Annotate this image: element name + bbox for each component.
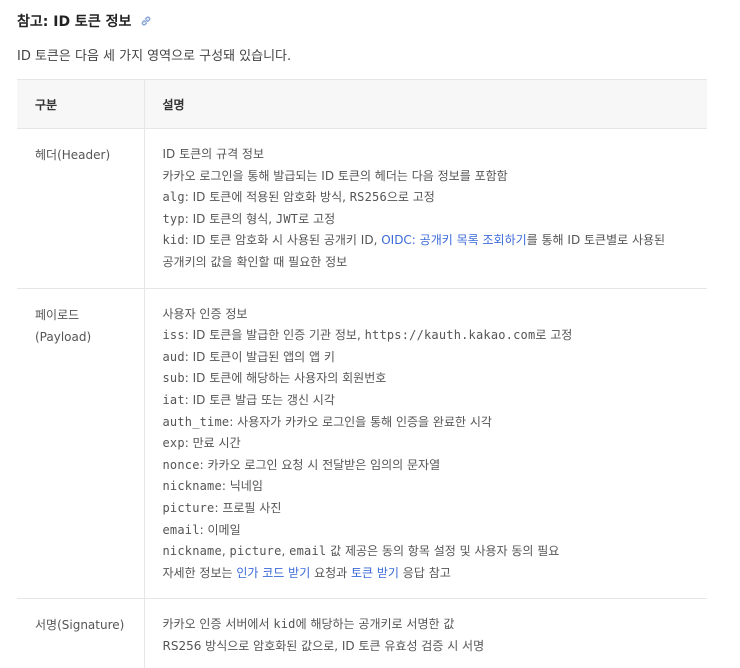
code-text: email	[162, 522, 200, 537]
text-segment: 카카오 로그인을 통해 발급되는 ID 토큰의 헤더는 다음 정보를 포함함	[162, 168, 508, 183]
code-text: iat	[162, 392, 185, 407]
code-text: email	[289, 544, 327, 559]
description-line: iss: ID 토큰을 발급한 인증 기관 정보, https://kauth.…	[163, 325, 708, 347]
row-description: ID 토큰의 규격 정보카카오 로그인을 통해 발급되는 ID 토큰의 헤더는 …	[144, 128, 708, 289]
code-text: kid	[273, 617, 296, 632]
text-segment: 에 해당하는 공개키로 서명한 값	[295, 617, 455, 632]
description-line: ID 토큰의 규격 정보	[163, 144, 708, 166]
description-line: nonce: 카카오 로그인 요청 시 전달받은 임의의 문자열	[163, 455, 708, 477]
description-line: nickname, picture, email 값 제공은 동의 항목 설정 …	[163, 541, 708, 563]
code-text: typ	[162, 211, 185, 226]
text-segment: 를 통해 ID 토큰별로 사용된	[526, 233, 666, 248]
text-segment: : 만료 시간	[184, 436, 241, 451]
text-segment: 자세한 정보는	[162, 565, 237, 580]
category-label: (Payload)	[35, 329, 92, 344]
description-line: auth_time: 사용자가 카카오 로그인을 통해 인증을 완료한 시각	[163, 412, 708, 434]
text-segment: 로 고정	[298, 211, 336, 226]
text-segment: 공개키의 값을 확인할 때 필요한 정보	[162, 254, 348, 269]
row-category: 헤더(Header)	[17, 128, 145, 289]
description-line: 카카오 로그인을 통해 발급되는 ID 토큰의 헤더는 다음 정보를 포함함	[163, 166, 708, 188]
text-segment: : 프로필 사진	[214, 500, 282, 515]
text-segment: 사용자 인증 정보	[162, 306, 248, 321]
description-line: 사용자 인증 정보	[163, 304, 708, 326]
table-header-row: 구분 설명	[17, 79, 707, 129]
section-title: 참고: ID 토큰 정보	[17, 14, 132, 30]
text-segment: : 이메일	[199, 522, 241, 537]
column-header-category: 구분	[17, 79, 145, 129]
description-line: typ: ID 토큰의 형식, JWT로 고정	[163, 209, 708, 231]
intro-text: ID 토큰은 다음 세 가지 영역으로 구성돼 있습니다.	[17, 49, 292, 64]
text-segment: 로 고정	[535, 328, 573, 343]
section-heading: 참고: ID 토큰 정보	[17, 10, 153, 32]
row-category: 페이로드 (Payload)	[17, 288, 145, 600]
code-text: sub	[162, 371, 185, 386]
description-line: email: 이메일	[163, 520, 708, 542]
doc-link[interactable]: 토큰 받기	[351, 566, 399, 580]
row-category: 서명(Signature)	[17, 598, 145, 668]
text-segment: 응답 참고	[398, 565, 451, 580]
code-text: RS256	[349, 190, 387, 205]
category-label: 서명(Signature)	[35, 618, 125, 633]
code-text: picture	[162, 500, 215, 515]
doc-link[interactable]: OIDC: 공개키 목록 조회하기	[381, 233, 526, 247]
text-segment: ,	[221, 544, 230, 559]
text-segment: 으로 고정	[386, 190, 435, 205]
text-segment: : ID 토큰 암호화 시 사용된 공개키 ID,	[184, 233, 382, 248]
code-text: exp	[162, 436, 185, 451]
text-segment: : ID 토큰 발급 또는 갱신 시각	[184, 392, 335, 407]
description-line: iat: ID 토큰 발급 또는 갱신 시각	[163, 390, 708, 412]
link-icon[interactable]	[139, 14, 153, 28]
description-line: exp: 만료 시간	[163, 433, 708, 455]
table-row-signature: 서명(Signature) 카카오 인증 서버에서 kid에 해당하는 공개키로 …	[17, 598, 708, 668]
code-text: alg	[162, 190, 185, 205]
code-text: auth_time	[162, 414, 230, 429]
text-segment: : ID 토큰을 발급한 인증 기관 정보,	[184, 328, 365, 343]
text-segment: : ID 토큰에 적용된 암호화 방식,	[184, 190, 350, 205]
text-segment: : 닉네임	[221, 479, 263, 494]
category-label: 헤더(Header)	[35, 148, 111, 162]
description-line: 카카오 인증 서버에서 kid에 해당하는 공개키로 서명한 값	[163, 614, 708, 636]
description-line: aud: ID 토큰이 발급된 앱의 앱 키	[163, 347, 708, 369]
description-line: alg: ID 토큰에 적용된 암호화 방식, RS256으로 고정	[163, 187, 708, 209]
category-label: 페이로드	[35, 307, 80, 322]
code-text: nickname	[162, 544, 222, 559]
code-text: picture	[229, 544, 282, 559]
code-text: aud	[162, 349, 185, 364]
text-segment: RS256 방식으로 암호화된 값으로, ID 토큰 유효성 검증 시 서명	[162, 638, 485, 653]
description-line: picture: 프로필 사진	[163, 498, 708, 520]
description-line: 자세한 정보는 인가 코드 받기 요청과 토큰 받기 응답 참고	[163, 563, 708, 585]
doc-link[interactable]: 인가 코드 받기	[236, 566, 310, 580]
column-header-description: 설명	[144, 79, 707, 129]
description-line: RS256 방식으로 암호화된 값으로, ID 토큰 유효성 검증 시 서명	[163, 636, 708, 658]
code-text: nickname	[162, 479, 222, 494]
text-segment: 값 제공은 동의 항목 설정 및 사용자 동의 필요	[326, 544, 560, 559]
row-description: 카카오 인증 서버에서 kid에 해당하는 공개키로 서명한 값 RS256 방식…	[144, 598, 708, 668]
text-segment: : 카카오 로그인 요청 시 전달받은 임의의 문자열	[199, 457, 441, 472]
id-token-table: 구분 설명 헤더(Header) ID 토큰의 규격 정보카카오 로그인을 통해 …	[17, 79, 707, 668]
description-line: sub: ID 토큰에 해당하는 사용자의 회원번호	[163, 368, 708, 390]
table-row-header: 헤더(Header) ID 토큰의 규격 정보카카오 로그인을 통해 발급되는 I…	[17, 128, 708, 289]
text-segment: 요청과	[310, 565, 351, 580]
description-line: nickname: 닉네임	[163, 476, 708, 498]
code-text: https://kauth.kakao.com	[364, 328, 536, 343]
text-segment: : 사용자가 카카오 로그인을 통해 인증을 완료한 시각	[229, 414, 492, 429]
text-segment: : ID 토큰의 형식,	[184, 211, 276, 226]
code-text: kid	[162, 233, 185, 248]
text-segment: : ID 토큰이 발급된 앱의 앱 키	[184, 349, 335, 364]
description-line: 공개키의 값을 확인할 때 필요한 정보	[163, 252, 708, 274]
description-line: kid: ID 토큰 암호화 시 사용된 공개키 ID, OIDC: 공개키 목…	[163, 230, 708, 252]
code-text: JWT	[275, 211, 299, 226]
code-text: nonce	[162, 457, 200, 472]
text-segment: : ID 토큰에 해당하는 사용자의 회원번호	[184, 371, 387, 386]
text-segment: 카카오 인증 서버에서	[162, 617, 274, 632]
table-row-payload: 페이로드 (Payload) 사용자 인증 정보 iss: ID 토큰을 발급한 인증…	[17, 288, 708, 600]
code-text: iss	[162, 328, 185, 343]
text-segment: ID 토큰의 규격 정보	[162, 147, 265, 161]
row-description: 사용자 인증 정보 iss: ID 토큰을 발급한 인증 기관 정보, https…	[144, 288, 708, 600]
